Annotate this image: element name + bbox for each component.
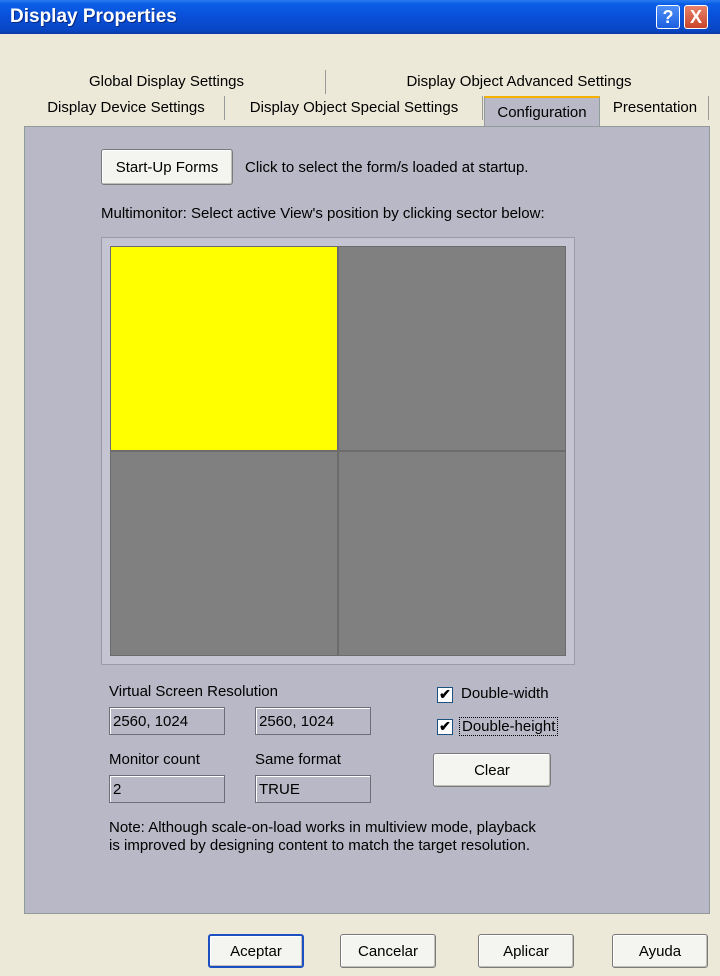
tab-display-object-advanced-settings[interactable]: Display Object Advanced Settings <box>326 70 712 94</box>
virtual-resolution-label: Virtual Screen Resolution <box>109 683 278 700</box>
virtual-resolution-field: 2560, 1024 <box>109 707 225 735</box>
cancel-button[interactable]: Cancelar <box>340 934 436 968</box>
ok-button[interactable]: Aceptar <box>208 934 304 968</box>
dialog-button-bar: Aceptar Cancelar Aplicar Ayuda <box>0 914 720 976</box>
startup-forms-button[interactable]: Start-Up Forms <box>101 149 233 185</box>
monitor-sector-r1c0[interactable] <box>110 451 338 656</box>
window-title: Display Properties <box>10 6 177 27</box>
title-bar[interactable]: Display Properties ? X <box>0 0 720 34</box>
tab-display-device-settings[interactable]: Display Device Settings <box>28 96 225 120</box>
note-text: Note: Although scale-on-load works in mu… <box>109 819 669 855</box>
monitor-sector-r0c0[interactable] <box>110 246 338 451</box>
double-width-checkbox[interactable]: ✔ <box>437 687 453 703</box>
clear-button[interactable]: Clear <box>433 753 551 787</box>
monitor-sector-grid[interactable] <box>101 237 575 665</box>
tab-global-display-settings[interactable]: Global Display Settings <box>8 70 326 94</box>
double-height-checkbox[interactable]: ✔ <box>437 719 453 735</box>
help-button[interactable]: Ayuda <box>612 934 708 968</box>
monitor-sector-r0c1[interactable] <box>338 246 566 451</box>
same-format-label: Same format <box>255 751 341 768</box>
tab-display-object-special-settings[interactable]: Display Object Special Settings <box>226 96 483 120</box>
tab-configuration[interactable]: Configuration <box>484 96 600 130</box>
multimonitor-label: Multimonitor: Select active View's posit… <box>101 205 545 222</box>
configuration-panel: Start-Up Forms Click to select the form/… <box>24 126 710 914</box>
same-format-field: TRUE <box>255 775 371 803</box>
note-line-2: is improved by designing content to matc… <box>109 837 531 854</box>
tab-strip: Global Display Settings Display Object A… <box>0 34 720 130</box>
note-line-1: Note: Although scale-on-load works in mu… <box>109 819 536 836</box>
help-icon[interactable]: ? <box>656 5 680 29</box>
monitor-count-label: Monitor count <box>109 751 200 768</box>
close-icon[interactable]: X <box>684 5 708 29</box>
double-height-label[interactable]: Double-height <box>459 717 559 736</box>
startup-description: Click to select the form/s loaded at sta… <box>245 159 529 176</box>
apply-button[interactable]: Aplicar <box>478 934 574 968</box>
monitor-sector-r1c1[interactable] <box>338 451 566 656</box>
actual-resolution-field: 2560, 1024 <box>255 707 371 735</box>
monitor-count-field: 2 <box>109 775 225 803</box>
tab-presentation[interactable]: Presentation <box>602 96 709 120</box>
double-width-label[interactable]: Double-width <box>461 685 549 702</box>
